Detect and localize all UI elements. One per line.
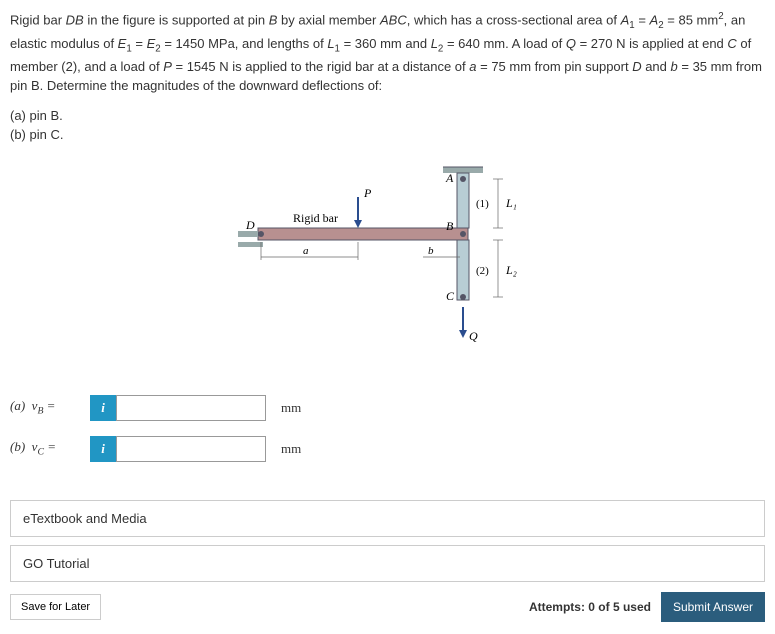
info-icon[interactable]: i [90, 395, 116, 421]
answer-row-a: (a) vB = i mm [10, 395, 765, 421]
go-tutorial-link[interactable]: GO Tutorial [10, 545, 765, 582]
label-d-pt: D [245, 218, 255, 232]
answer-b-label: (b) vC = [10, 439, 90, 458]
answer-a-label: (a) vB = [10, 398, 90, 417]
part-a-question: (a) pin B. [10, 108, 765, 123]
label-q: Q [469, 329, 478, 343]
problem-statement: Rigid bar DB in the figure is supported … [10, 10, 765, 96]
figure-container: P A B C D Q a b (1) (2) L₁ L₂ Rigid bar [10, 162, 765, 365]
label-m2: (2) [476, 265, 489, 277]
part-b-question: (b) pin C. [10, 127, 765, 142]
label-rigidbar: Rigid bar [293, 211, 338, 225]
answer-b-input[interactable] [116, 436, 266, 462]
rigid-bar-shape [258, 228, 468, 240]
pin-c [460, 294, 466, 300]
label-p: P [363, 186, 372, 200]
label-a-pt: A [445, 171, 454, 185]
pin-d [258, 231, 264, 237]
label-l2: L₂ [505, 263, 517, 277]
submit-answer-button[interactable]: Submit Answer [661, 592, 765, 622]
member-2 [457, 240, 469, 300]
label-m1: (1) [476, 198, 489, 210]
label-l1: L₁ [505, 196, 517, 210]
info-icon[interactable]: i [90, 436, 116, 462]
label-c-pt: C [446, 289, 455, 303]
pin-a [460, 176, 466, 182]
save-for-later-button[interactable]: Save for Later [10, 594, 101, 620]
label-b-dim: b [428, 245, 434, 257]
label-b-pt: B [446, 219, 454, 233]
answer-a-input[interactable] [116, 395, 266, 421]
pin-b [460, 231, 466, 237]
label-a-dim: a [303, 245, 309, 257]
answer-a-unit: mm [281, 400, 301, 416]
answer-row-b: (b) vC = i mm [10, 436, 765, 462]
answer-b-unit: mm [281, 441, 301, 457]
attempts-text: Attempts: 0 of 5 used [529, 600, 651, 614]
etextbook-link[interactable]: eTextbook and Media [10, 500, 765, 537]
problem-figure: P A B C D Q a b (1) (2) L₁ L₂ Rigid bar [228, 162, 548, 362]
